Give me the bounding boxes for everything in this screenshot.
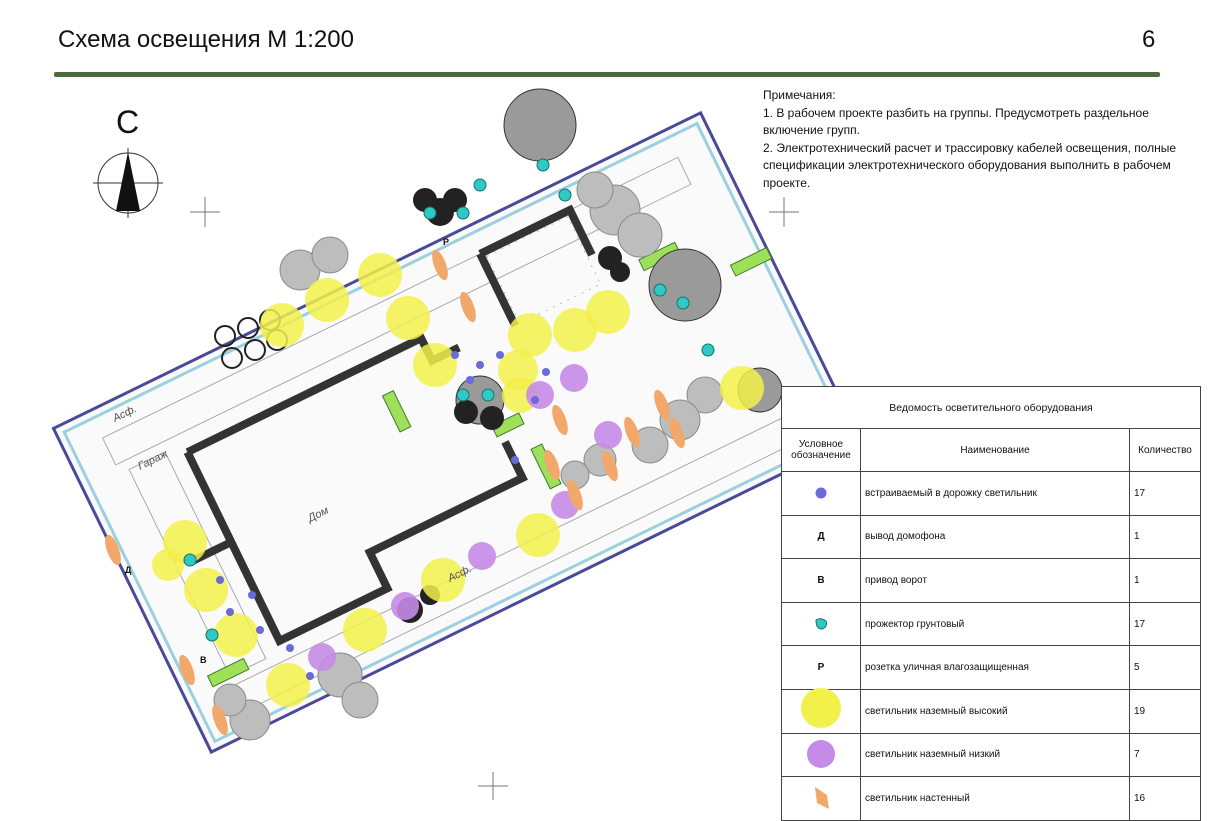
north-arrow-icon: [93, 148, 163, 218]
row-name: встраиваемый в дорожку светильник: [860, 471, 1130, 516]
row-qty: 1: [1129, 558, 1201, 603]
row-name: вывод домофона: [860, 514, 1130, 560]
row-name: светильник наземный низкий: [860, 732, 1130, 778]
orange-wall-light-icon: [815, 787, 829, 810]
yellow-high-light-icon: [801, 688, 841, 729]
table-row: прожектор грунтовый 17: [781, 601, 1201, 647]
table-row: светильник наземный низкий 7: [781, 732, 1201, 778]
row-name: привод ворот: [860, 558, 1130, 603]
socket-icon: Р: [817, 662, 825, 674]
intercom-icon: Д: [817, 531, 825, 543]
table-row: Р розетка уличная влагозащищенная 5: [781, 645, 1201, 690]
table-row: Д вывод домофона 1: [781, 514, 1201, 560]
row-qty: 19: [1129, 688, 1201, 734]
table-row: В привод ворот 1: [781, 558, 1201, 603]
row-qty: 16: [1129, 776, 1201, 821]
table-row: светильник наземный высокий 19: [781, 688, 1201, 734]
socket-marker: Р: [443, 237, 449, 247]
table-row: встраиваемый в дорожку светильник 17: [781, 471, 1201, 516]
row-qty: 1: [1129, 514, 1201, 560]
teal-projector-icon: [815, 618, 827, 630]
gate-drive-icon: В: [817, 574, 825, 586]
row-name: прожектор грунтовый: [860, 601, 1130, 647]
purple-low-light-icon: [807, 740, 835, 769]
lighting-equipment-table: Ведомость осветительного оборудования Ус…: [781, 386, 1201, 821]
row-name: розетка уличная влагозащищенная: [860, 645, 1130, 690]
header-qty: Количество: [1129, 428, 1201, 472]
intercom-marker: Д: [125, 565, 132, 575]
row-qty: 17: [1129, 471, 1201, 516]
blue-dot-icon: [815, 487, 827, 499]
gate-marker: В: [200, 655, 207, 665]
table-caption: Ведомость осветительного оборудования: [781, 386, 1201, 429]
table-row: светильник настенный 16: [781, 776, 1201, 821]
row-name: светильник настенный: [860, 776, 1130, 821]
header-name: Наименование: [860, 428, 1130, 472]
row-qty: 7: [1129, 732, 1201, 778]
header-symbol: Условное обозначение: [781, 428, 861, 472]
row-qty: 5: [1129, 645, 1201, 690]
row-name: светильник наземный высокий: [860, 688, 1130, 734]
row-qty: 17: [1129, 601, 1201, 647]
